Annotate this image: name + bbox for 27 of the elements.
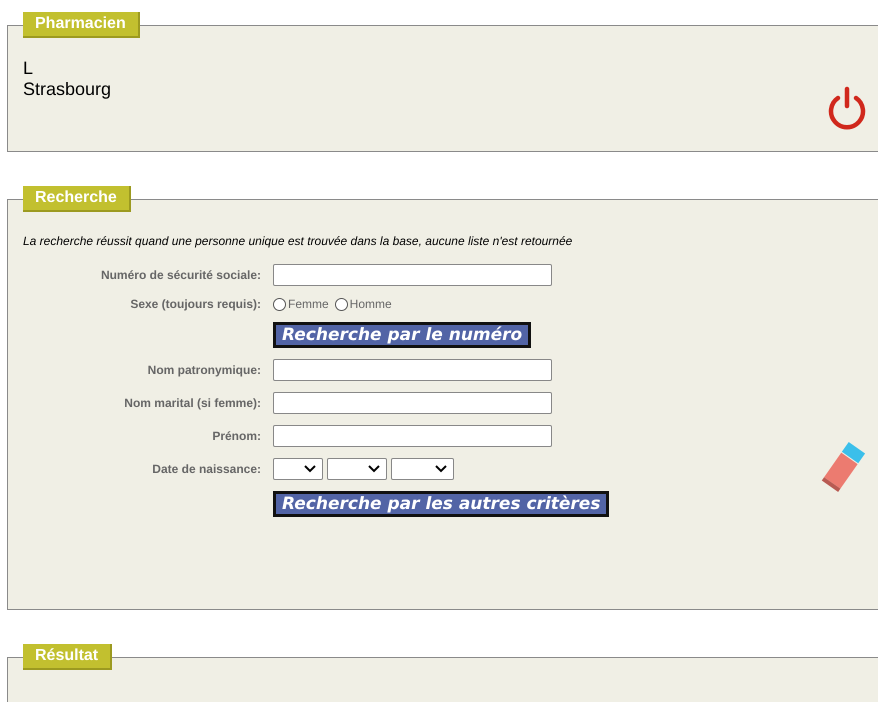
search-button[interactable]: Recherche par le numéro — [273, 322, 532, 348]
info-text: La recherche réussit quand une personne unique est trouvée dans la base, aucune liste n'est retournée — [23, 234, 574, 248]
field-label: Sexe (toujours requis): — [129, 297, 261, 311]
section-title: Pharmacien — [23, 12, 140, 38]
input-field[interactable] — [273, 359, 552, 381]
search-button[interactable]: Recherche par les autres critères — [273, 491, 610, 517]
dropdown[interactable] — [273, 458, 323, 480]
section-title: Résultat — [23, 644, 112, 670]
field-label: Numéro de sécurité sociale: — [100, 268, 261, 282]
field-label: Nom marital (si femme): — [123, 396, 261, 410]
pharmacist-info: L — [23, 58, 34, 79]
caret-icon — [435, 465, 447, 473]
field-label: Nom patronymique: — [146, 363, 261, 377]
section-title: Recherche — [23, 186, 131, 212]
field-label: Date de naissance: — [151, 462, 261, 476]
caret-icon — [368, 465, 380, 473]
radio-label: Homme — [350, 297, 392, 311]
input-field[interactable] — [273, 264, 552, 286]
radio-button[interactable] — [273, 298, 286, 310]
input-field[interactable] — [273, 392, 552, 414]
radio-button[interactable] — [334, 298, 348, 310]
pharmacist-info: Strasbourg — [23, 79, 112, 100]
radio-label: Femme — [288, 297, 329, 311]
caret-icon — [304, 465, 316, 473]
field-label: Prénom: — [211, 429, 261, 443]
power-icon[interactable] — [826, 86, 868, 130]
input-field[interactable] — [273, 425, 552, 447]
